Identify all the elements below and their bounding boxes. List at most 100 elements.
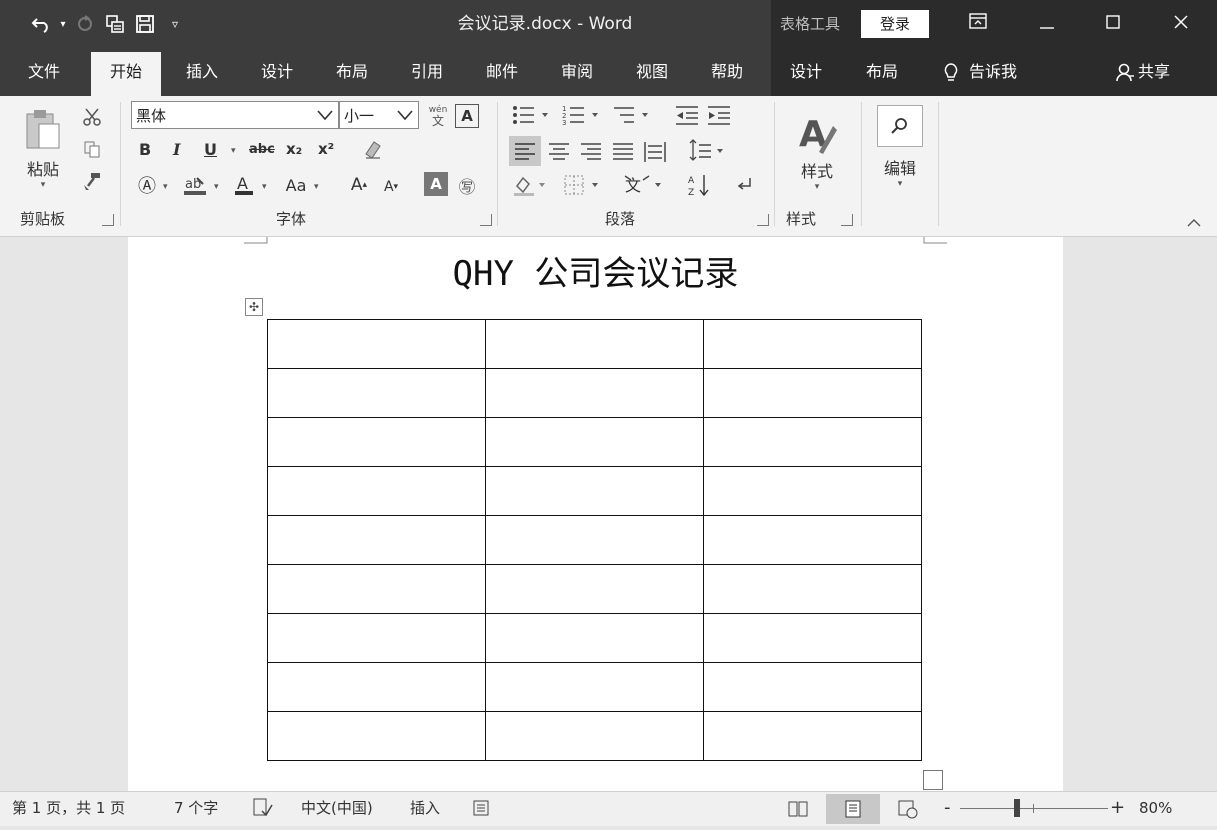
language-indicator[interactable]: 中文(中国)	[301, 792, 373, 826]
bullets-icon[interactable]	[512, 104, 552, 130]
table-cell[interactable]	[703, 319, 922, 369]
undo-icon[interactable]	[26, 8, 56, 40]
document-title[interactable]: QHY 公司会议记录	[128, 246, 1063, 295]
multilevel-list-icon[interactable]	[612, 104, 654, 130]
character-shading-icon[interactable]: A	[424, 172, 448, 196]
tab-review[interactable]: 审阅	[547, 48, 607, 96]
table-cell[interactable]	[485, 711, 704, 761]
meeting-table[interactable]	[267, 319, 922, 761]
table-cell[interactable]	[703, 613, 922, 663]
table-row[interactable]	[267, 319, 922, 369]
tab-table-design[interactable]: 设计	[776, 48, 836, 96]
table-cell[interactable]	[267, 319, 486, 369]
font-name-combo[interactable]: 黑体	[131, 101, 339, 129]
zoom-in-button[interactable]: +	[1110, 792, 1125, 826]
font-launcher-icon[interactable]	[480, 214, 492, 226]
table-cell[interactable]	[267, 564, 486, 614]
font-size-combo[interactable]: 小一	[339, 101, 419, 129]
line-spacing-icon[interactable]	[685, 136, 727, 170]
maximize-icon[interactable]	[1090, 0, 1136, 48]
tab-home[interactable]: 开始	[91, 52, 161, 96]
editing-button[interactable]: 编辑 ▾	[874, 102, 926, 192]
align-left-icon[interactable]	[509, 136, 541, 166]
print-layout-icon[interactable]	[826, 794, 880, 824]
macro-recording-icon[interactable]	[471, 792, 491, 826]
table-row[interactable]	[267, 368, 922, 418]
styles-launcher-icon[interactable]	[841, 214, 853, 226]
word-count[interactable]: 7 个字	[174, 792, 218, 826]
page-count[interactable]: 第 1 页，共 1 页	[12, 792, 125, 826]
align-center-icon[interactable]	[545, 136, 573, 170]
phonetic-guide-button[interactable]: wén 文	[425, 102, 451, 130]
tab-references[interactable]: 引用	[397, 48, 457, 96]
table-resize-handle[interactable]	[923, 770, 943, 790]
tab-table-layout[interactable]: 布局	[852, 48, 912, 96]
tab-layout[interactable]: 布局	[322, 48, 382, 96]
strikethrough-button[interactable]: abc	[249, 142, 275, 157]
superscript-button[interactable]: x²	[318, 140, 334, 158]
table-cell[interactable]	[267, 662, 486, 712]
font-color-dropdown-icon[interactable]: ▾	[262, 182, 267, 192]
table-move-handle-icon[interactable]: ✣	[245, 298, 263, 316]
insert-mode-indicator[interactable]: 插入	[410, 792, 440, 826]
numbering-icon[interactable]: 123	[562, 104, 602, 130]
chinese-layout-icon[interactable]: 文	[623, 172, 665, 202]
highlight-icon[interactable]: ab	[180, 172, 210, 198]
character-border-icon[interactable]: A	[455, 104, 479, 128]
chevron-down-icon[interactable]	[314, 102, 336, 128]
paste-button[interactable]: 粘贴 ▾	[18, 104, 68, 194]
styles-dropdown-icon[interactable]: ▾	[815, 182, 820, 192]
clear-formatting-icon[interactable]	[360, 136, 386, 162]
clipboard-launcher-icon[interactable]	[102, 214, 114, 226]
italic-button[interactable]: I	[173, 140, 180, 159]
table-cell[interactable]	[267, 515, 486, 565]
table-cell[interactable]	[267, 613, 486, 663]
tab-view[interactable]: 视图	[622, 48, 682, 96]
distributed-icon[interactable]	[641, 136, 669, 170]
copy-icon[interactable]	[79, 136, 105, 162]
table-cell[interactable]	[485, 515, 704, 565]
customize-qat-icon[interactable]: ▿	[160, 8, 190, 40]
sort-icon[interactable]: AZ	[686, 172, 712, 202]
table-row[interactable]	[267, 711, 922, 761]
table-cell[interactable]	[485, 368, 704, 418]
tab-mailings[interactable]: 邮件	[472, 48, 532, 96]
change-case-dropdown-icon[interactable]: ▾	[314, 182, 319, 192]
show-paragraph-marks-icon[interactable]	[734, 174, 756, 202]
decrease-indent-icon[interactable]	[674, 104, 700, 130]
shrink-font-button[interactable]: A ▾	[378, 174, 404, 200]
table-cell[interactable]	[267, 368, 486, 418]
touch-mode-icon[interactable]	[100, 8, 130, 40]
enclose-characters-icon[interactable]: ㊢	[454, 172, 480, 198]
collapse-ribbon-icon[interactable]	[1186, 216, 1202, 232]
increase-indent-icon[interactable]	[706, 104, 732, 130]
tab-design[interactable]: 设计	[247, 48, 307, 96]
borders-icon[interactable]	[562, 172, 602, 202]
login-button[interactable]: 登录	[861, 10, 929, 38]
change-case-button[interactable]: Aa	[281, 172, 311, 198]
table-cell[interactable]	[267, 466, 486, 516]
align-right-icon[interactable]	[577, 136, 605, 170]
ribbon-display-options-icon[interactable]	[955, 0, 1001, 48]
styles-button[interactable]: A 样式 ▾	[792, 104, 842, 200]
subscript-button[interactable]: x₂	[286, 140, 302, 158]
table-cell[interactable]	[485, 564, 704, 614]
chevron-down-icon[interactable]	[394, 102, 416, 128]
table-cell[interactable]	[485, 417, 704, 467]
table-row[interactable]	[267, 613, 922, 663]
tab-help[interactable]: 帮助	[697, 48, 757, 96]
table-row[interactable]	[267, 417, 922, 467]
paste-dropdown-icon[interactable]: ▾	[41, 180, 46, 190]
zoom-slider-thumb[interactable]	[1014, 799, 1020, 817]
zoom-level[interactable]: 80%	[1139, 792, 1172, 826]
table-cell[interactable]	[703, 466, 922, 516]
zoom-slider[interactable]	[960, 808, 1108, 809]
proofing-icon[interactable]	[252, 792, 274, 826]
highlight-dropdown-icon[interactable]: ▾	[214, 182, 219, 192]
table-cell[interactable]	[267, 711, 486, 761]
share-button[interactable]: 共享	[1116, 48, 1170, 96]
save-icon[interactable]	[130, 8, 160, 40]
bold-button[interactable]: B	[139, 140, 151, 159]
text-effects-dropdown-icon[interactable]: ▾	[163, 182, 168, 192]
tab-file[interactable]: 文件	[14, 48, 74, 96]
